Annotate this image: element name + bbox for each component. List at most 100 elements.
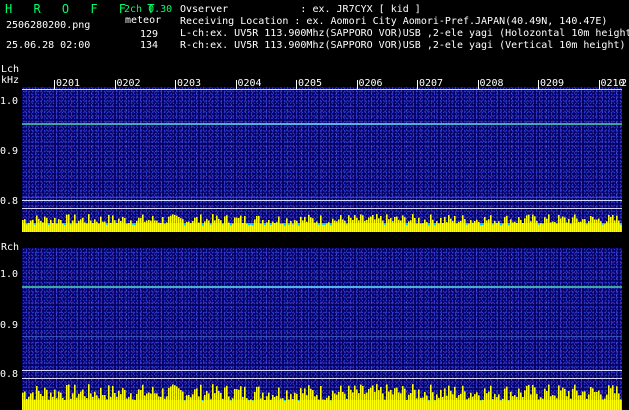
activity-bar — [102, 394, 104, 410]
activity-bar — [566, 222, 568, 232]
activity-bar — [446, 395, 448, 410]
lch-time-tick-mark — [417, 80, 418, 89]
activity-bar — [306, 221, 308, 232]
activity-bar — [152, 386, 154, 410]
activity-bar — [280, 398, 282, 410]
activity-bar — [302, 220, 304, 232]
activity-bar — [158, 222, 160, 232]
activity-bar — [98, 398, 100, 410]
lch-time-tick-mark — [538, 80, 539, 89]
activity-bar — [540, 397, 542, 410]
activity-bar — [276, 395, 278, 410]
activity-bar — [68, 384, 70, 410]
activity-bar — [322, 399, 324, 410]
activity-bar — [146, 220, 148, 232]
activity-bar — [128, 223, 130, 232]
activity-bar — [214, 220, 216, 232]
activity-bar — [604, 224, 606, 232]
activity-bar — [466, 399, 468, 410]
activity-bar — [594, 219, 596, 232]
activity-bar — [422, 223, 424, 232]
lch-time-tick-mark — [114, 80, 116, 89]
lch-lower-line-2 — [22, 208, 622, 209]
activity-bar — [102, 221, 104, 232]
activity-bar — [34, 399, 36, 410]
activity-bar — [488, 391, 490, 410]
activity-bar — [144, 221, 146, 232]
activity-bar — [112, 215, 114, 232]
activity-bar — [180, 390, 182, 410]
activity-bar — [286, 218, 288, 232]
activity-bar — [44, 387, 46, 410]
activity-bar — [92, 396, 94, 410]
activity-bar — [36, 386, 38, 410]
activity-bar — [424, 391, 426, 410]
activity-bar — [300, 216, 302, 232]
activity-bar — [212, 214, 214, 232]
lch-time-tick-label: 0209 — [540, 78, 565, 89]
activity-bar — [170, 386, 172, 410]
activity-bar — [466, 224, 468, 232]
activity-bar — [520, 219, 522, 232]
activity-bar — [438, 397, 440, 410]
activity-bar — [214, 393, 216, 410]
activity-bar — [322, 224, 324, 232]
activity-bar — [486, 220, 488, 232]
activity-bar — [490, 385, 492, 410]
activity-bar — [412, 384, 414, 410]
activity-bar — [32, 392, 34, 410]
activity-bar — [342, 391, 344, 410]
activity-bar — [502, 398, 504, 410]
activity-bar — [354, 215, 356, 232]
activity-bar — [152, 215, 154, 232]
lch-time-tick-label: 0207 — [419, 78, 444, 89]
lch-panel: Lch kHz 1.0 0.9 0.8 0201 0202 0203 0204 0205… — [0, 62, 629, 234]
activity-bar — [56, 398, 58, 410]
activity-bar — [244, 215, 246, 232]
datetime-label: 25.06.28 02:00 — [6, 40, 91, 51]
activity-bar — [28, 396, 30, 410]
activity-bar — [82, 217, 84, 232]
activity-bar — [620, 399, 622, 410]
activity-bar — [250, 224, 252, 232]
activity-bar — [58, 219, 60, 232]
activity-bar — [36, 215, 38, 232]
activity-bar — [382, 393, 384, 410]
activity-bar — [160, 396, 162, 410]
activity-bar — [364, 220, 366, 232]
activity-bar — [122, 388, 124, 410]
activity-bar — [86, 223, 88, 232]
activity-bar — [128, 397, 130, 410]
activity-bar — [482, 224, 484, 232]
activity-bar — [224, 387, 226, 410]
activity-bar — [616, 386, 618, 410]
activity-bar — [168, 216, 170, 232]
activity-bar — [176, 386, 178, 410]
activity-bar — [140, 218, 142, 232]
activity-bar — [596, 391, 598, 410]
activity-bar — [328, 222, 330, 232]
activity-bar — [420, 398, 422, 410]
activity-bar — [580, 221, 582, 232]
activity-bar — [48, 224, 50, 232]
activity-bar — [76, 223, 78, 232]
activity-bar — [516, 396, 518, 410]
activity-bar — [520, 392, 522, 410]
activity-bar — [302, 393, 304, 410]
activity-bar — [236, 389, 238, 410]
activity-bar — [414, 217, 416, 232]
activity-bar — [274, 223, 276, 232]
activity-bar — [576, 390, 578, 410]
activity-bar — [590, 216, 592, 232]
activity-bar — [188, 394, 190, 410]
activity-bar — [230, 225, 232, 232]
activity-bar — [396, 387, 398, 410]
activity-bar — [106, 399, 108, 410]
activity-bar — [116, 396, 118, 410]
activity-bar — [390, 218, 392, 232]
activity-bar — [500, 400, 502, 410]
activity-bar — [526, 385, 528, 410]
activity-bar — [316, 221, 318, 232]
activity-bar — [336, 221, 338, 232]
activity-bar — [222, 224, 224, 232]
